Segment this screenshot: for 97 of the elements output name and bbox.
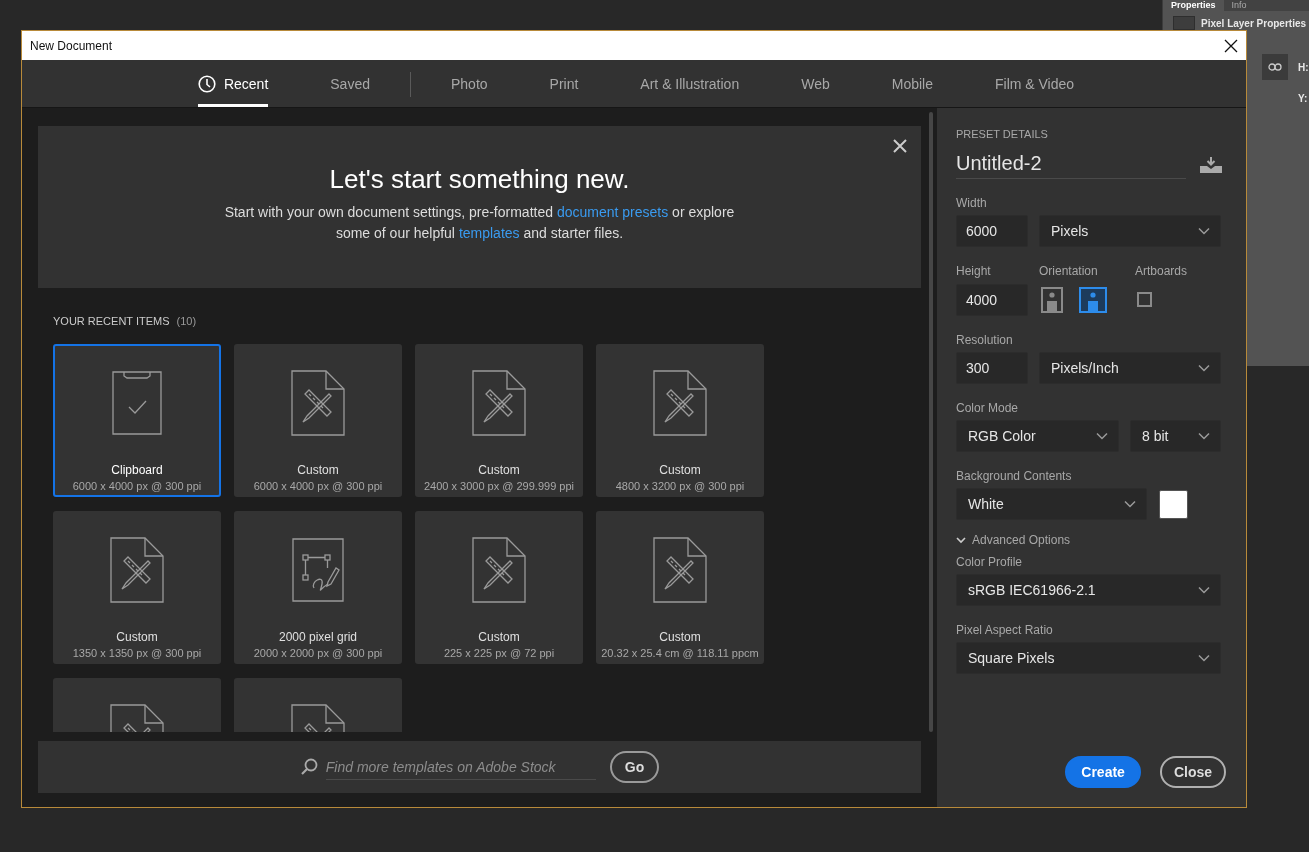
panel-tab[interactable]: Properties xyxy=(1163,0,1224,11)
tab[interactable]: Web xyxy=(801,60,830,107)
item-name: 2000 pixel grid xyxy=(278,629,358,645)
item-details: 2000 x 2000 px @ 300 ppi xyxy=(253,646,383,661)
recent-item[interactable]: Custom 2400 x 3000 px @ 299.999 ppi xyxy=(415,344,583,497)
save-preset-icon[interactable] xyxy=(1200,157,1222,173)
panel-tab[interactable]: Info xyxy=(1223,0,1255,11)
field-label: Y: xyxy=(1298,93,1308,104)
item-name: Custom xyxy=(659,629,701,645)
chevron-down-icon xyxy=(1096,432,1108,440)
artboards-checkbox[interactable] xyxy=(1137,292,1152,307)
dropdown[interactable]: Pixels xyxy=(1039,215,1221,247)
item-name: Custom xyxy=(297,462,339,478)
chevron-down-icon xyxy=(1198,432,1210,440)
dropdown[interactable]: RGB Color xyxy=(956,420,1119,452)
chevron-down-icon xyxy=(1198,654,1210,662)
item-count: (10) xyxy=(176,314,197,328)
recent-item[interactable]: Custom 225 x 225 px @ 72 ppi xyxy=(415,511,583,664)
tab[interactable]: Print xyxy=(549,60,579,107)
go-button[interactable]: Go xyxy=(609,751,660,783)
dropdown[interactable]: 8 bit xyxy=(1130,420,1221,452)
field-label: Height xyxy=(956,264,992,278)
document-pencil-ruler-icon xyxy=(472,537,526,603)
portrait-orientation-icon[interactable] xyxy=(1041,287,1063,313)
item-details: 6000 x 4000 px @ 300 ppi xyxy=(253,479,383,494)
field-label: Width xyxy=(956,196,988,210)
item-details: 225 x 225 px @ 72 ppi xyxy=(443,646,555,661)
advanced-options-toggle[interactable]: Advanced Options xyxy=(972,533,1071,547)
color-swatch[interactable] xyxy=(1159,489,1188,519)
document-name-field[interactable]: Untitled-2 xyxy=(956,151,1186,179)
banner-title: Let's start something new. xyxy=(329,164,630,194)
field-label: H: xyxy=(1298,61,1309,73)
resolution-field[interactable]: 300 xyxy=(956,352,1028,384)
clock-icon xyxy=(197,74,216,93)
document-pencil-ruler-icon xyxy=(110,537,164,603)
item-details: 4800 x 3200 px @ 300 ppi xyxy=(615,479,745,494)
tab[interactable]: Film & Video xyxy=(995,60,1075,107)
banner-text: Start with your own document settings, pre-formatted document presets or explore some of our helpful templates and starter files. xyxy=(223,203,736,243)
tab[interactable]: Mobile xyxy=(891,60,933,107)
recent-item[interactable]: 2000 pixel grid 2000 x 2000 px @ 300 ppi xyxy=(234,511,402,664)
scrollbar[interactable] xyxy=(929,112,933,732)
dropdown[interactable]: Square Pixels xyxy=(956,642,1221,674)
search-icon xyxy=(299,758,318,776)
panel-heading: Pixel Layer Properties xyxy=(1201,17,1307,29)
field-label: Pixel Aspect Ratio xyxy=(956,623,1054,637)
recent-item[interactable]: Custom 6000 x 4000 px @ 300 ppi xyxy=(234,344,402,497)
item-details: 2400 x 3000 px @ 299.999 ppi xyxy=(424,479,574,494)
field-label: Orientation xyxy=(1039,264,1099,278)
height-field[interactable]: 4000 xyxy=(956,284,1028,316)
dropdown[interactable]: White xyxy=(956,488,1147,520)
chevron-down-icon xyxy=(1124,500,1136,508)
tab[interactable]: Recent xyxy=(197,60,269,107)
document-pencil-ruler-icon xyxy=(291,370,345,436)
link[interactable]: document presets xyxy=(556,204,669,220)
tab[interactable]: Art & Illustration xyxy=(640,60,740,107)
document-pencil-ruler-icon xyxy=(653,370,707,436)
item-name: Custom xyxy=(659,462,701,478)
landscape-orientation-icon[interactable] xyxy=(1079,287,1107,313)
recent-item[interactable]: Custom 1350 x 1350 px @ 300 ppi xyxy=(53,511,221,664)
field-label: Color Profile xyxy=(956,555,1024,569)
chevron-down-icon xyxy=(1198,227,1210,235)
item-details: 6000 x 4000 px @ 300 ppi xyxy=(72,479,202,494)
field-label: Background Contents xyxy=(956,469,1073,483)
layer-icon xyxy=(1173,16,1195,30)
section-heading: PRESET DETAILS xyxy=(956,128,1049,141)
chevron-down-icon xyxy=(1198,364,1210,372)
clipboard-check-icon xyxy=(112,371,162,435)
item-name: Clipboard xyxy=(111,462,163,478)
item-details: 1350 x 1350 px @ 300 ppi xyxy=(72,646,202,661)
item-name: Custom xyxy=(116,629,158,645)
item-name: Custom xyxy=(478,629,520,645)
width-field[interactable]: 6000 xyxy=(956,215,1028,247)
link-icon[interactable] xyxy=(1262,54,1288,80)
chevron-icon[interactable] xyxy=(956,536,966,544)
document-pencil-ruler-icon xyxy=(472,370,526,436)
dropdown[interactable]: sRGB IEC61966-2.1 xyxy=(956,574,1221,606)
field-label: Color Mode xyxy=(956,401,1020,415)
document-pencil-ruler-icon xyxy=(653,537,707,603)
window-title: New Document xyxy=(30,38,113,53)
recent-item[interactable]: Custom 4800 x 3200 px @ 300 ppi xyxy=(596,344,764,497)
create-button[interactable]: Create xyxy=(1065,756,1141,788)
link[interactable]: templates xyxy=(458,225,520,241)
dropdown[interactable]: Pixels/Inch xyxy=(1039,352,1221,384)
recent-item[interactable]: Custom 20.32 x 25.4 cm @ 118.11 ppcm xyxy=(596,511,764,664)
item-details: 20.32 x 25.4 cm @ 118.11 ppcm xyxy=(601,646,759,661)
field-label: Artboards xyxy=(1135,264,1189,278)
tab[interactable]: Saved xyxy=(330,60,370,107)
chevron-down-icon xyxy=(1198,586,1210,594)
field-label: Resolution xyxy=(956,333,1014,347)
item-name: Custom xyxy=(478,462,520,478)
section-heading: YOUR RECENT ITEMS xyxy=(53,314,170,328)
document-path-icon xyxy=(292,538,344,602)
close-icon[interactable] xyxy=(1224,38,1238,53)
search-field[interactable]: Find more templates on Adobe Stock xyxy=(325,754,596,780)
recent-item[interactable]: Clipboard 6000 x 4000 px @ 300 ppi xyxy=(53,344,221,497)
tab[interactable]: Photo xyxy=(450,60,488,107)
close-button[interactable]: Close xyxy=(1159,756,1226,788)
